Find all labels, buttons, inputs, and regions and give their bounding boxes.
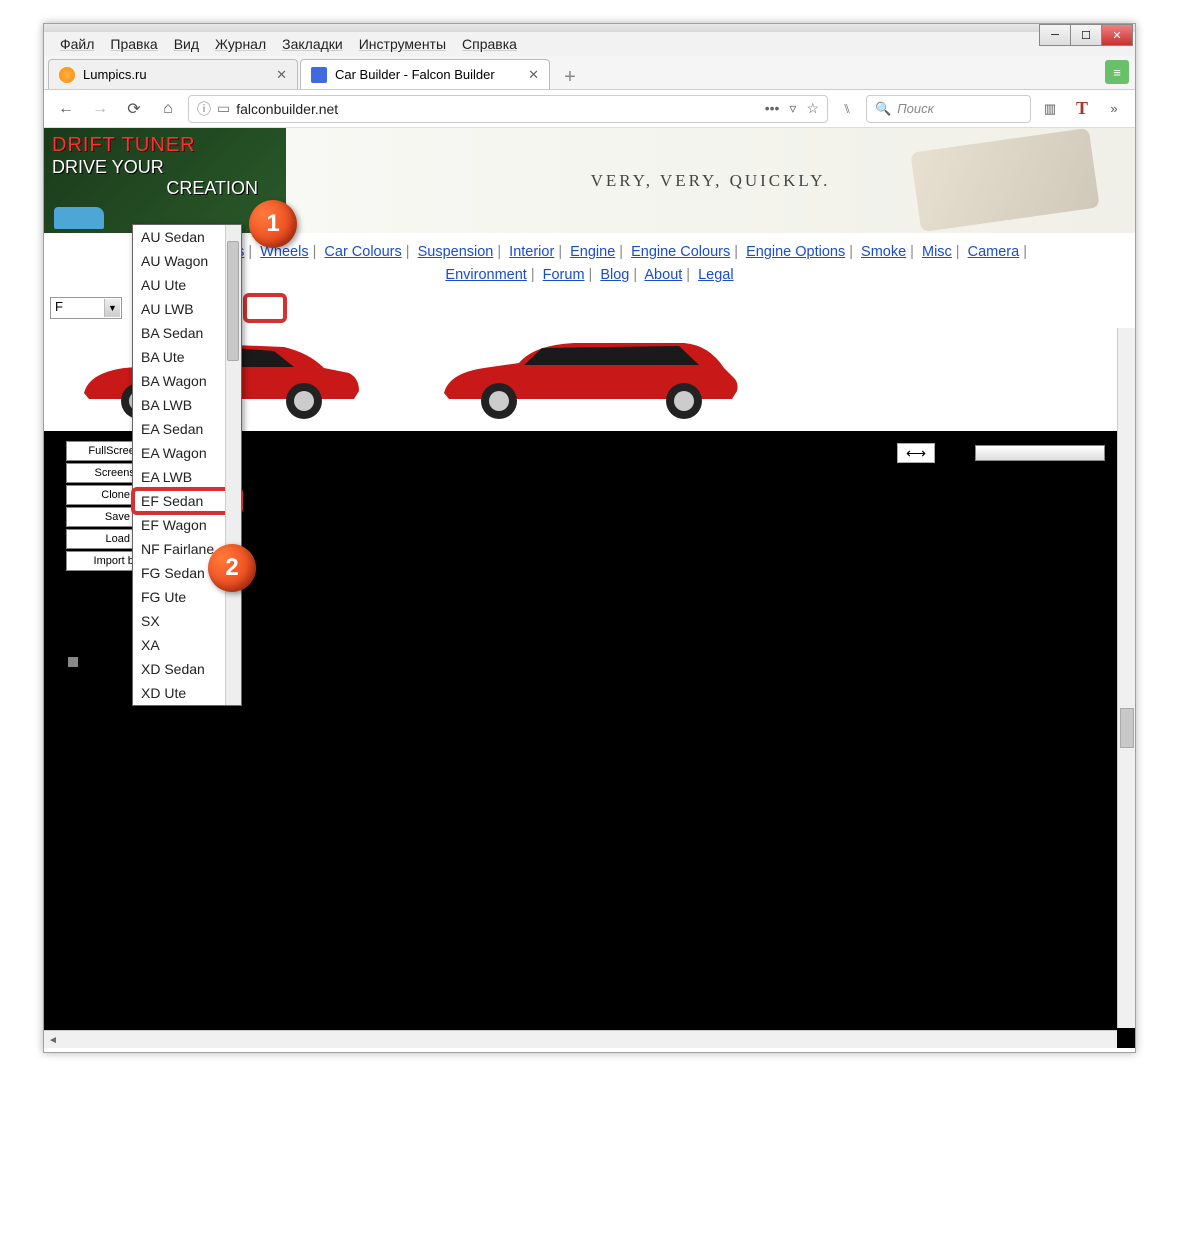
close-tab-icon[interactable]: ✕: [266, 67, 287, 83]
reload-button[interactable]: ⟳: [120, 95, 148, 123]
ad-text: VERY, VERY, QUICKLY.: [591, 171, 831, 191]
menu-bookmarks[interactable]: Закладки: [274, 34, 351, 54]
menu-view[interactable]: Вид: [166, 34, 207, 54]
search-icon: 🔍: [875, 101, 891, 117]
bookmark-star-icon[interactable]: ☆: [806, 100, 819, 117]
link-interior[interactable]: Interior: [509, 244, 554, 260]
nav-row2: Environment| Forum| Blog| About| Legal: [445, 267, 733, 283]
callout-2: 2: [208, 544, 256, 592]
vertical-scrollbar[interactable]: [1117, 328, 1135, 1028]
link-environment[interactable]: Environment: [445, 267, 526, 283]
search-bar[interactable]: 🔍 Поиск: [866, 95, 1031, 123]
search-placeholder: Поиск: [897, 101, 934, 116]
callout-1: 1: [249, 200, 297, 248]
ad-banner[interactable]: VERY, VERY, QUICKLY.: [286, 128, 1135, 233]
scroll-left-icon[interactable]: ◄: [44, 1033, 62, 1049]
firefox-menu-icon[interactable]: ≡: [1105, 60, 1129, 84]
menu-file[interactable]: Файл: [52, 34, 102, 54]
link-legal[interactable]: Legal: [698, 267, 733, 283]
chevron-down-icon: ▼: [104, 299, 120, 317]
more-icon[interactable]: •••: [765, 100, 780, 117]
navbar: ← → ⟳ ⌂ ⓘ ▭ falconbuilder.net ••• ▿ ☆ ⑊ …: [44, 90, 1135, 128]
overflow-icon[interactable]: »: [1101, 96, 1127, 122]
forward-button[interactable]: →: [86, 95, 114, 123]
link-blog[interactable]: Blog: [600, 267, 629, 283]
maximize-button[interactable]: ☐: [1070, 24, 1102, 46]
callout-highlight-1: [243, 293, 287, 323]
logo-line2: DRIVE YOUR: [52, 157, 278, 178]
menu-edit[interactable]: Правка: [102, 34, 165, 54]
link-smoke[interactable]: Smoke: [861, 244, 906, 260]
favicon-icon: [311, 67, 327, 83]
scroll-thumb[interactable]: [1120, 708, 1134, 748]
link-about[interactable]: About: [644, 267, 682, 283]
logo-line3: CREATION: [52, 178, 278, 199]
tab-lumpics[interactable]: Lumpics.ru ✕: [48, 59, 298, 89]
logo-line1: DRIFT TUNER: [52, 134, 278, 157]
home-button[interactable]: ⌂: [154, 95, 182, 123]
car-wagon-image: [434, 333, 744, 423]
link-engine[interactable]: Engine: [570, 244, 615, 260]
reader-icon[interactable]: ▿: [789, 100, 796, 117]
car-length-icon[interactable]: ⟷: [897, 443, 935, 463]
slider-bar[interactable]: [975, 445, 1105, 461]
tab-title: Car Builder - Falcon Builder: [335, 67, 495, 82]
color-swatch[interactable]: [68, 657, 78, 667]
link-suspension[interactable]: Suspension: [418, 244, 494, 260]
browser-window: ─ ☐ ✕ Файл Правка Вид Журнал Закладки Ин…: [43, 23, 1136, 1053]
site-icon: ▭: [217, 100, 230, 117]
url-bar[interactable]: ⓘ ▭ falconbuilder.net ••• ▿ ☆: [188, 95, 828, 123]
model-dropdown[interactable]: AU SedanAU WagonAU UteAU LWBBA SedanBA U…: [132, 224, 242, 706]
link-engine-colours[interactable]: Engine Colours: [631, 244, 730, 260]
tab-title: Lumpics.ru: [83, 67, 147, 82]
new-tab-button[interactable]: +: [558, 65, 582, 89]
link-misc[interactable]: Misc: [922, 244, 952, 260]
url-text: falconbuilder.net: [236, 101, 338, 117]
titlebar: ─ ☐ ✕: [44, 24, 1135, 32]
make-select[interactable]: F ▼: [50, 297, 122, 319]
link-car-colours[interactable]: Car Colours: [324, 244, 401, 260]
banner: DRIFT TUNER DRIVE YOUR CREATION VERY, VE…: [44, 128, 1135, 233]
back-button[interactable]: ←: [52, 95, 80, 123]
menu-history[interactable]: Журнал: [207, 34, 274, 54]
close-button[interactable]: ✕: [1101, 24, 1133, 46]
ad-phone-image: [910, 128, 1099, 232]
menubar: Файл Правка Вид Журнал Закладки Инструме…: [44, 32, 1135, 56]
favicon-icon: [59, 67, 75, 83]
tabstrip: Lumpics.ru ✕ Car Builder - Falcon Builde…: [44, 56, 1135, 90]
sidebar-icon[interactable]: ▥: [1037, 96, 1063, 122]
minimize-button[interactable]: ─: [1039, 24, 1071, 46]
link-camera[interactable]: Camera: [968, 244, 1020, 260]
url-actions: ••• ▿ ☆: [765, 100, 819, 117]
menu-help[interactable]: Справка: [454, 34, 525, 54]
horizontal-scrollbar[interactable]: ◄: [44, 1030, 1117, 1048]
make-value: F: [55, 299, 63, 314]
info-icon: ⓘ: [197, 99, 211, 119]
logo-car-icon: [54, 207, 104, 229]
window-controls: ─ ☐ ✕: [1040, 24, 1133, 46]
link-engine-options[interactable]: Engine Options: [746, 244, 845, 260]
link-forum[interactable]: Forum: [543, 267, 585, 283]
dropdown-scroll-thumb[interactable]: [227, 241, 239, 361]
tab-carbuilder[interactable]: Car Builder - Falcon Builder ✕: [300, 59, 550, 89]
extension-t-icon[interactable]: T: [1069, 96, 1095, 122]
menu-tools[interactable]: Инструменты: [351, 34, 454, 54]
close-tab-icon[interactable]: ✕: [518, 67, 539, 83]
library-icon[interactable]: ⑊: [834, 96, 860, 122]
